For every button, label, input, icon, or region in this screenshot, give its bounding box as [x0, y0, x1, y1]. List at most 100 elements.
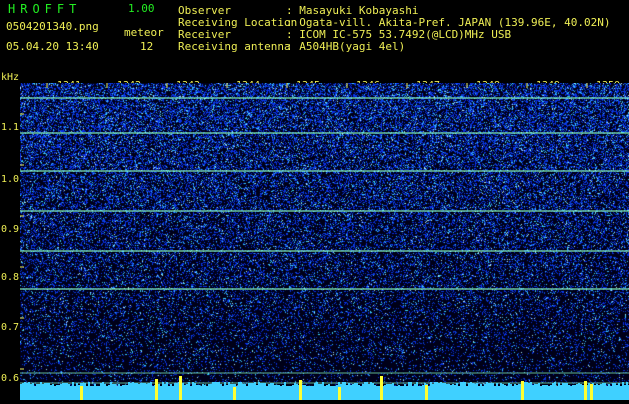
amplitude-sample — [360, 386, 362, 388]
meteor-ping-2 — [155, 379, 158, 400]
amplitude-sample — [396, 386, 398, 388]
amplitude-sample — [288, 386, 290, 388]
amplitude-sample — [238, 382, 240, 388]
amplitude-sample — [176, 383, 178, 388]
amplitude-sample — [56, 385, 58, 388]
meteor-ping-9 — [590, 384, 593, 400]
amplitude-sample — [198, 385, 200, 388]
info-observer-value: : Masayuki Kobayashi — [286, 4, 419, 17]
meteor-ping-3 — [233, 387, 236, 400]
amplitude-sample — [470, 382, 472, 388]
app-title: HROFFT — [8, 2, 82, 16]
amplitude-sample — [368, 384, 370, 388]
amplitude-sample — [364, 382, 366, 388]
amplitude-sample — [412, 386, 414, 388]
amplitude-sample — [94, 384, 96, 388]
amplitude-sample — [510, 384, 512, 388]
amplitude-sample — [320, 384, 322, 388]
amplitude-sample — [422, 385, 424, 388]
amplitude-sample — [594, 385, 596, 388]
amplitude-sample — [560, 385, 562, 388]
amplitude-sample — [186, 384, 188, 388]
amplitude-sample — [30, 384, 32, 388]
amplitude-sample — [384, 385, 386, 388]
amplitude-sample — [32, 383, 34, 388]
amplitude-sample — [420, 386, 422, 388]
amplitude-sample — [618, 383, 620, 388]
amplitude-sample — [274, 385, 276, 388]
amplitude-sample — [428, 386, 430, 388]
amplitude-sample — [26, 383, 28, 388]
amplitude-sample — [466, 386, 468, 388]
file-name: 0504201340.png — [6, 20, 99, 33]
amplitude-sample — [302, 385, 304, 388]
amplitude-sample — [108, 385, 110, 388]
amplitude-sample — [478, 386, 480, 388]
info-observer-key: Observer — [178, 4, 231, 17]
amplitude-sample — [70, 386, 72, 388]
freq-tick-0.7: 0.7 — [1, 322, 20, 333]
spectrogram-panel — [20, 83, 629, 400]
amplitude-sample — [78, 385, 80, 388]
amplitude-sample — [488, 383, 490, 388]
amplitude-sample — [556, 386, 558, 388]
amplitude-sample — [54, 386, 56, 388]
amplitude-sample — [268, 384, 270, 388]
amplitude-sample — [570, 386, 572, 388]
amplitude-sample — [528, 383, 530, 388]
amplitude-sample — [202, 384, 204, 388]
amplitude-sample — [240, 382, 242, 388]
amplitude-sample — [112, 384, 114, 388]
amplitude-sample — [458, 386, 460, 388]
amplitude-sample — [344, 382, 346, 388]
amplitude-sample — [62, 383, 64, 388]
amplitude-sample — [612, 383, 614, 388]
amplitude-sample — [174, 383, 176, 388]
amplitude-sample — [404, 384, 406, 388]
amplitude-sample — [24, 382, 26, 388]
amplitude-sample — [454, 385, 456, 388]
amplitude-sample — [512, 386, 514, 388]
amplitude-sample — [244, 384, 246, 388]
amplitude-sample — [596, 384, 598, 388]
amplitude-sample — [572, 385, 574, 388]
amplitude-sample — [284, 382, 286, 388]
amplitude-sample — [514, 384, 516, 388]
amplitude-sample — [498, 386, 500, 388]
amplitude-sample — [136, 383, 138, 388]
amplitude-sample — [602, 383, 604, 388]
amplitude-sample — [440, 382, 442, 388]
amplitude-sample — [124, 385, 126, 388]
amplitude-sample — [210, 384, 212, 388]
amplitude-sample — [376, 386, 378, 388]
info-location-value: : Ogata-vill. Akita-Pref. JAPAN (139.96E… — [286, 16, 611, 29]
amplitude-sample — [68, 384, 70, 388]
amplitude-sample — [310, 386, 312, 388]
amplitude-sample — [348, 383, 350, 388]
amplitude-sample — [328, 384, 330, 388]
amplitude-sample — [306, 386, 308, 388]
amplitude-sample — [506, 386, 508, 388]
amplitude-sample — [314, 383, 316, 388]
amplitude-sample — [392, 383, 394, 388]
amplitude-sample — [290, 386, 292, 388]
amplitude-sample — [86, 386, 88, 388]
meteor-ping-6 — [425, 385, 428, 400]
amplitude-sample — [476, 383, 478, 388]
amplitude-sample — [312, 386, 314, 388]
amplitude-sample — [116, 386, 118, 388]
amplitude-sample — [566, 383, 568, 388]
amplitude-sample — [208, 384, 210, 388]
amplitude-sample — [322, 382, 324, 388]
amplitude-sample — [460, 382, 462, 388]
amplitude-sample — [266, 386, 268, 388]
amplitude-sample — [184, 385, 186, 388]
amplitude-sample — [524, 382, 526, 388]
amplitude-sample — [400, 386, 402, 388]
amplitude-sample — [128, 382, 130, 388]
amplitude-sample — [50, 385, 52, 388]
amplitude-sample — [526, 382, 528, 388]
amplitude-sample — [38, 384, 40, 388]
amplitude-sample — [518, 384, 520, 388]
amplitude-sample — [34, 386, 36, 388]
